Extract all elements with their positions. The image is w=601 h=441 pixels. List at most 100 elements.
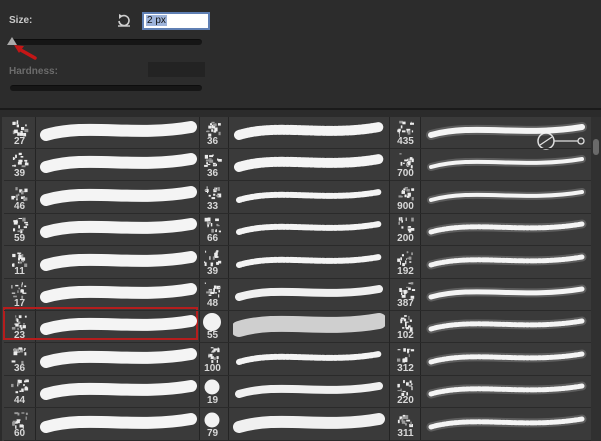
brush-size-label: 39 bbox=[206, 266, 219, 277]
brush-preset-cell[interactable]: 33 bbox=[197, 182, 228, 214]
brush-preset-cell[interactable]: 59 bbox=[4, 214, 35, 246]
brush-size-label: 60 bbox=[13, 428, 26, 439]
brush-tip-icon bbox=[397, 414, 413, 428]
brush-preset-cell[interactable]: 55 bbox=[197, 311, 228, 343]
brush-stroke-preview bbox=[235, 382, 383, 398]
brush-tip-icon bbox=[398, 187, 415, 201]
brush-tip-icon bbox=[204, 379, 220, 395]
hardness-input bbox=[148, 62, 205, 77]
brush-tip-icon bbox=[208, 347, 220, 363]
brush-stroke-preview bbox=[427, 155, 586, 171]
brush-tip-icon bbox=[397, 380, 413, 396]
brush-preset-cell[interactable]: 312 bbox=[390, 344, 421, 376]
brush-stroke-preview bbox=[426, 284, 587, 302]
brush-tip-icon bbox=[11, 187, 28, 201]
brush-size-label: 19 bbox=[206, 395, 219, 406]
brush-stroke-preview bbox=[40, 121, 197, 141]
brush-preset-cell[interactable]: 100 bbox=[197, 344, 228, 376]
brush-preset-cell[interactable]: 17 bbox=[4, 279, 35, 311]
brush-tip-icon bbox=[204, 154, 222, 167]
grid-scrollbar[interactable] bbox=[591, 117, 601, 441]
size-label: Size: bbox=[9, 15, 33, 26]
brush-size-label: 44 bbox=[13, 395, 26, 406]
grid-divider bbox=[35, 117, 36, 441]
brush-tip-icon bbox=[12, 152, 29, 168]
brush-stroke-preview bbox=[234, 154, 384, 172]
brush-stroke-preview bbox=[426, 122, 587, 140]
brush-preset-cell[interactable]: 387 bbox=[390, 279, 421, 311]
brush-preset-cell[interactable]: 11 bbox=[4, 247, 35, 279]
brush-options-panel: Size: 2 px Hardness: bbox=[0, 0, 601, 110]
brush-preset-cell[interactable]: 19 bbox=[197, 376, 228, 408]
brush-preset-cell[interactable]: 192 bbox=[390, 247, 421, 279]
brush-preset-cell[interactable]: 200 bbox=[390, 214, 421, 246]
size-slider-track[interactable] bbox=[10, 39, 202, 45]
brush-stroke-preview bbox=[40, 413, 197, 433]
brush-preset-cell[interactable]: 700 bbox=[390, 149, 421, 181]
brush-stroke-preview bbox=[40, 315, 197, 335]
brush-tip-icon bbox=[203, 313, 221, 331]
brush-preset-cell[interactable]: 36 bbox=[197, 117, 228, 149]
size-input[interactable]: 2 px bbox=[142, 12, 210, 30]
brush-preset-cell[interactable]: 60 bbox=[4, 409, 35, 441]
brush-preset-cell[interactable]: 46 bbox=[4, 182, 35, 214]
brush-preset-cell[interactable]: 311 bbox=[390, 409, 421, 441]
brush-size-label: 435 bbox=[397, 136, 414, 147]
brush-preset-cell[interactable]: 102 bbox=[390, 311, 421, 343]
brush-stroke-preview bbox=[426, 414, 587, 432]
scroll-thumb[interactable] bbox=[593, 139, 599, 155]
brush-size-label: 17 bbox=[13, 298, 26, 309]
panel-divider bbox=[0, 108, 601, 110]
brush-size-label: 55 bbox=[206, 330, 219, 341]
brush-stroke-preview bbox=[236, 189, 382, 203]
reset-arrow-icon[interactable] bbox=[116, 12, 132, 28]
brush-size-label: 900 bbox=[397, 201, 414, 212]
brush-preset-cell[interactable]: 27 bbox=[4, 117, 35, 149]
brush-size-label: 312 bbox=[397, 363, 414, 374]
brush-stroke-preview bbox=[40, 218, 197, 238]
brush-tip-icon bbox=[11, 315, 27, 331]
brush-size-label: 48 bbox=[206, 298, 219, 309]
red-arrow-icon bbox=[14, 45, 37, 60]
hardness-slider-track bbox=[10, 85, 202, 91]
brush-stroke-preview bbox=[426, 381, 587, 399]
brush-size-label: 200 bbox=[397, 233, 414, 244]
brush-stroke-preview bbox=[40, 283, 197, 303]
hardness-label: Hardness: bbox=[9, 66, 58, 77]
brush-stroke-preview bbox=[426, 219, 587, 237]
grid-divider bbox=[228, 117, 229, 441]
brush-preset-cell[interactable]: 220 bbox=[390, 376, 421, 408]
brush-tip-icon bbox=[13, 217, 29, 234]
brush-stroke-preview bbox=[40, 251, 197, 271]
brush-tip-icon bbox=[12, 252, 28, 267]
brush-preset-cell[interactable]: 44 bbox=[4, 376, 35, 408]
brush-tip-icon bbox=[397, 348, 415, 363]
brush-preset-grid[interactable]: 27 39 46 59 11 17 23 36 44 60 36 36 33 66 39 48 55 100 19 7… bbox=[2, 117, 591, 441]
brush-stroke-preview bbox=[426, 316, 587, 334]
brush-preset-cell[interactable]: 435 bbox=[390, 117, 421, 149]
brush-tip-icon bbox=[11, 347, 27, 364]
brush-preset-cell[interactable]: 36 bbox=[197, 149, 228, 181]
brush-stroke-preview bbox=[234, 122, 384, 140]
brush-preset-cell[interactable]: 79 bbox=[197, 409, 228, 441]
brush-tip-icon bbox=[204, 282, 221, 298]
brush-preset-cell[interactable]: 36 bbox=[4, 344, 35, 376]
brush-size-label: 387 bbox=[397, 298, 414, 309]
brush-tip-icon bbox=[12, 412, 28, 429]
brush-size-label: 36 bbox=[206, 136, 219, 147]
brush-preset-cell[interactable]: 23 bbox=[4, 311, 35, 343]
brush-size-label: 100 bbox=[204, 363, 221, 374]
brush-preset-cell[interactable]: 66 bbox=[197, 214, 228, 246]
brush-size-label: 23 bbox=[13, 330, 26, 341]
brush-tip-icon bbox=[11, 282, 27, 299]
brush-stroke-preview bbox=[233, 313, 385, 337]
brush-preset-cell[interactable]: 48 bbox=[197, 279, 228, 311]
brush-preset-cell[interactable]: 39 bbox=[197, 247, 228, 279]
brush-preset-cell[interactable]: 39 bbox=[4, 149, 35, 181]
brush-stroke-preview bbox=[427, 188, 586, 204]
brush-stroke-preview bbox=[40, 186, 197, 206]
brush-size-label: 79 bbox=[206, 428, 219, 439]
brush-tip-icon bbox=[206, 121, 221, 137]
brush-stroke-preview bbox=[235, 285, 383, 301]
brush-preset-cell[interactable]: 900 bbox=[390, 182, 421, 214]
